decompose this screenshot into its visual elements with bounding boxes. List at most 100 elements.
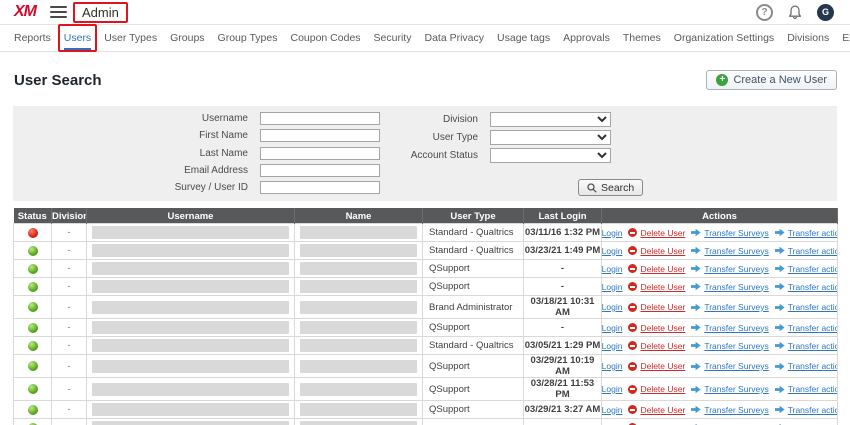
page-header: User Search + Create a New User [0, 52, 850, 90]
transfer-surveys-link[interactable]: Transfer Surveys [704, 264, 768, 274]
tab-reports[interactable]: Reports [14, 25, 51, 51]
transfer-surveys-link[interactable]: Transfer Surveys [704, 228, 768, 238]
delete-user-link[interactable]: Delete User [640, 228, 685, 238]
username-redacted [92, 226, 289, 239]
field-label: First Name [13, 130, 260, 141]
tab-group-types[interactable]: Group Types [218, 25, 278, 51]
name-redacted [300, 421, 417, 425]
create-new-user-button[interactable]: + Create a New User [706, 70, 837, 90]
transfer-surveys-link[interactable]: Transfer Surveys [704, 302, 768, 312]
name-redacted [300, 321, 417, 334]
delete-user-link[interactable]: Delete User [640, 282, 685, 292]
transfer-actions-link[interactable]: Transfer actions [788, 264, 838, 274]
transfer-surveys-link[interactable]: Transfer Surveys [704, 361, 768, 371]
transfer-surveys-link[interactable]: Transfer Surveys [704, 246, 768, 256]
division-select[interactable] [490, 112, 611, 127]
login-link[interactable]: Login [602, 264, 623, 274]
tab-users[interactable]: Users [64, 25, 91, 51]
division-link[interactable]: - [67, 245, 70, 256]
last-login-cell: 03/28/21 11:53 PM [524, 378, 602, 401]
transfer-surveys-arrow-icon [691, 323, 701, 332]
tab-user-types[interactable]: User Types [104, 25, 157, 51]
division-link[interactable]: - [67, 361, 70, 372]
transfer-actions-link[interactable]: Transfer actions [788, 323, 838, 333]
login-link[interactable]: Login [602, 361, 623, 371]
division-link[interactable]: - [67, 302, 70, 313]
division-link[interactable]: - [67, 322, 70, 333]
tab-organization-settings[interactable]: Organization Settings [674, 25, 774, 51]
tab-divisions[interactable]: Divisions [787, 25, 829, 51]
division-link[interactable]: - [67, 384, 70, 395]
division-link[interactable]: - [67, 227, 70, 238]
login-link[interactable]: Login [602, 302, 623, 312]
status-icon [28, 361, 38, 371]
search-form: Username First Name Last Name Email Addr… [13, 106, 837, 201]
delete-user-link[interactable]: Delete User [640, 361, 685, 371]
transfer-actions-arrow-icon [775, 405, 785, 414]
transfer-actions-link[interactable]: Transfer actions [788, 341, 838, 351]
name-redacted [300, 383, 417, 396]
avatar[interactable]: G [817, 4, 834, 21]
login-link[interactable]: Login [602, 228, 623, 238]
tab-data-privacy[interactable]: Data Privacy [424, 25, 484, 51]
transfer-actions-link[interactable]: Transfer actions [788, 282, 838, 292]
tab-extensions[interactable]: Extensions [842, 25, 850, 51]
user-type-select[interactable] [490, 130, 611, 145]
search-button[interactable]: Search [578, 179, 643, 196]
transfer-actions-arrow-icon [775, 264, 785, 273]
division-link[interactable]: - [67, 263, 70, 274]
division-link[interactable]: - [67, 281, 70, 292]
division-link[interactable]: - [67, 404, 70, 415]
delete-user-link[interactable]: Delete User [640, 246, 685, 256]
delete-user-link[interactable]: Delete User [640, 323, 685, 333]
tab-themes[interactable]: Themes [623, 25, 661, 51]
delete-user-link[interactable]: Delete User [640, 384, 685, 394]
username-redacted [92, 360, 289, 373]
last-login-cell: 03/29/21 3:27 AM [524, 401, 602, 419]
survey-user-id-input[interactable] [260, 181, 380, 194]
tab-security[interactable]: Security [374, 25, 412, 51]
login-link[interactable]: Login [602, 246, 623, 256]
transfer-actions-link[interactable]: Transfer actions [788, 384, 838, 394]
delete-user-link[interactable]: Delete User [640, 264, 685, 274]
help-icon[interactable]: ? [756, 4, 773, 21]
login-link[interactable]: Login [602, 323, 623, 333]
xm-logo: XM [14, 3, 36, 21]
form-row: Email Address [13, 162, 380, 179]
hamburger-menu-icon[interactable] [50, 6, 67, 18]
transfer-actions-link[interactable]: Transfer actions [788, 228, 838, 238]
status-icon [28, 405, 38, 415]
table-row: - Brand Administrator 03/18/21 10:31 AM … [14, 296, 838, 319]
login-link[interactable]: Login [602, 341, 623, 351]
delete-user-link[interactable]: Delete User [640, 405, 685, 415]
tab-groups[interactable]: Groups [170, 25, 204, 51]
transfer-surveys-arrow-icon [691, 405, 701, 414]
login-link[interactable]: Login [602, 405, 623, 415]
transfer-surveys-link[interactable]: Transfer Surveys [704, 405, 768, 415]
tab-coupon-codes[interactable]: Coupon Codes [290, 25, 360, 51]
transfer-actions-link[interactable]: Transfer actions [788, 246, 838, 256]
transfer-actions-link[interactable]: Transfer actions [788, 361, 838, 371]
topbar: XM Admin ? G [0, 0, 850, 25]
delete-user-link[interactable]: Delete User [640, 302, 685, 312]
email-address-input[interactable] [260, 164, 380, 177]
login-link[interactable]: Login [602, 384, 623, 394]
transfer-surveys-link[interactable]: Transfer Surveys [704, 341, 768, 351]
transfer-surveys-link[interactable]: Transfer Surveys [704, 282, 768, 292]
notifications-bell-icon[interactable] [788, 5, 802, 20]
last-login-cell [524, 419, 602, 425]
tab-approvals[interactable]: Approvals [563, 25, 610, 51]
tab-usage-tags[interactable]: Usage tags [497, 25, 550, 51]
division-link[interactable]: - [67, 340, 70, 351]
transfer-actions-link[interactable]: Transfer actions [788, 302, 838, 312]
transfer-actions-link[interactable]: Transfer actions [788, 405, 838, 415]
table-row: - Standard - Qualtrics 03/23/21 1:49 PM … [14, 242, 838, 260]
transfer-surveys-link[interactable]: Transfer Surveys [704, 384, 768, 394]
delete-user-link[interactable]: Delete User [640, 341, 685, 351]
transfer-surveys-link[interactable]: Transfer Surveys [704, 323, 768, 333]
login-link[interactable]: Login [602, 282, 623, 292]
transfer-surveys-arrow-icon [691, 282, 701, 291]
delete-user-icon [628, 341, 637, 350]
account-status-select[interactable] [490, 148, 611, 163]
field-label: User Type [343, 132, 490, 143]
